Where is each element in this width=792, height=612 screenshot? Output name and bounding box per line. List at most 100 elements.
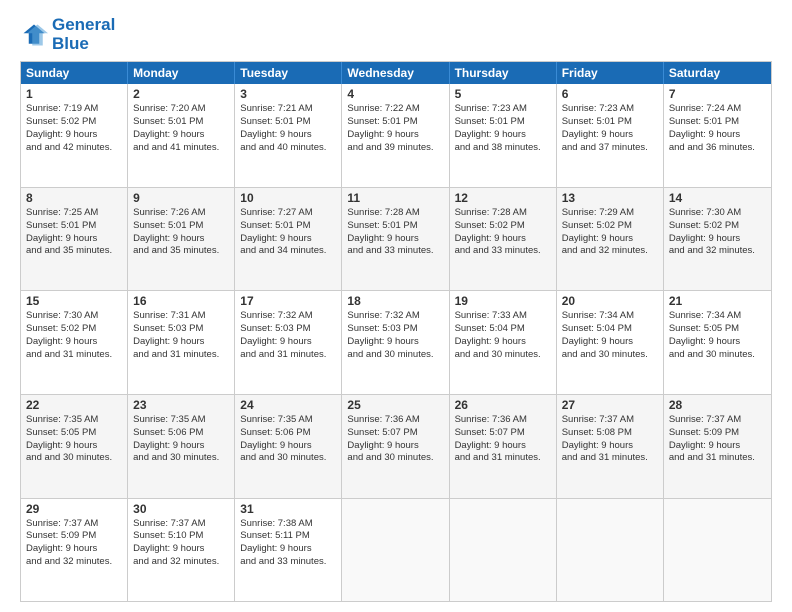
day-cell-7: 7Sunrise: 7:24 AMSunset: 5:01 PMDaylight… [664, 84, 771, 187]
day-number: 1 [26, 87, 122, 101]
logo-icon [20, 21, 48, 49]
day-number: 31 [240, 502, 336, 516]
day-cell-4: 4Sunrise: 7:22 AMSunset: 5:01 PMDaylight… [342, 84, 449, 187]
daylight-label: Daylight: 9 hours [347, 440, 443, 453]
calendar-grid: SundayMondayTuesdayWednesdayThursdayFrid… [20, 61, 772, 602]
daylight-value: and and 35 minutes. [26, 245, 122, 258]
day-cell-10: 10Sunrise: 7:27 AMSunset: 5:01 PMDayligh… [235, 188, 342, 291]
day-cell-20: 20Sunrise: 7:34 AMSunset: 5:04 PMDayligh… [557, 291, 664, 394]
page-header: General Blue [20, 16, 772, 53]
day-cell-13: 13 Sunrise: 7:29 AMSunset: 5:02 PMDayligh… [557, 188, 664, 291]
sunrise-line: Sunrise: 7:32 AM [240, 310, 336, 323]
day-number: 7 [669, 87, 766, 101]
logo: General Blue [20, 16, 115, 53]
daylight-label: Daylight: 9 hours [455, 440, 551, 453]
day-number: 9 [133, 191, 229, 205]
daylight-label: Daylight: 9 hours [669, 440, 766, 453]
sunrise-line: Sunrise: 7:20 AM [133, 103, 229, 116]
sunset-line: Sunset: 5:01 PM [133, 220, 229, 233]
sunrise-line: Sunrise: 7:28 AM [347, 207, 443, 220]
sunrise-line: Sunrise: 7:24 AM [669, 103, 766, 116]
daylight-label: Daylight: 9 hours [562, 440, 658, 453]
day-number: 13 [562, 191, 658, 205]
daylight-value: and and 30 minutes. [347, 349, 443, 362]
calendar-page: General Blue SundayMondayTuesdayWednesda… [0, 0, 792, 612]
sunset-line: Sunset: 5:07 PM [455, 427, 551, 440]
daylight-label: Daylight: 9 hours [26, 440, 122, 453]
sunset-line: Sunset: 5:01 PM [455, 116, 551, 129]
daylight-value: and and 41 minutes. [133, 142, 229, 155]
sunrise-line: Sunrise: 7:30 AM [26, 310, 122, 323]
sunrise-line: Sunrise: 7:36 AM [347, 414, 443, 427]
day-cell-12: 12Sunrise: 7:28 AMSunset: 5:02 PMDayligh… [450, 188, 557, 291]
day-cell-25: 25 Sunrise: 7:36 AMSunset: 5:07 PMDayligh… [342, 395, 449, 498]
sunrise-line: Sunrise: 7:22 AM [347, 103, 443, 116]
day-cell-14: 14Sunrise: 7:30 AMSunset: 5:02 PMDayligh… [664, 188, 771, 291]
day-cell-18: 18Sunrise: 7:32 AMSunset: 5:03 PMDayligh… [342, 291, 449, 394]
day-number: 21 [669, 294, 766, 308]
day-cell-31: 31Sunrise: 7:38 AMSunset: 5:11 PMDayligh… [235, 499, 342, 602]
day-number: 15 [26, 294, 122, 308]
sunrise-line: Sunrise: 7:35 AM [26, 414, 122, 427]
day-number: 27 [562, 398, 658, 412]
daylight-value: and and 32 minutes. [26, 556, 122, 569]
sunrise-line: Sunrise: 7:25 AM [26, 207, 122, 220]
day-number: 28 [669, 398, 766, 412]
daylight-label: Daylight: 9 hours [133, 129, 229, 142]
day-number: 24 [240, 398, 336, 412]
daylight-label: Daylight: 9 hours [562, 233, 658, 246]
daylight-value: and and 31 minutes. [455, 452, 551, 465]
day-cell-8: 8Sunrise: 7:25 AMSunset: 5:01 PMDaylight… [21, 188, 128, 291]
daylight-label: Daylight: 9 hours [347, 129, 443, 142]
calendar-week-3: 15Sunrise: 7:30 AMSunset: 5:02 PMDayligh… [21, 291, 771, 395]
day-cell-27: 27Sunrise: 7:37 AMSunset: 5:08 PMDayligh… [557, 395, 664, 498]
daylight-value: and and 39 minutes. [347, 142, 443, 155]
sunrise-line: Sunrise: 7:34 AM [669, 310, 766, 323]
day-number: 5 [455, 87, 551, 101]
sunrise-line: Sunrise: 7:19 AM [26, 103, 122, 116]
daylight-value: and and 30 minutes. [133, 452, 229, 465]
sunset-line: Sunset: 5:03 PM [347, 323, 443, 336]
sunset-line: Sunset: 5:03 PM [240, 323, 336, 336]
sunrise-line: Sunrise: 7:29 AM [562, 207, 658, 220]
day-number: 25 [347, 398, 443, 412]
daylight-value: and and 31 minutes. [240, 349, 336, 362]
day-cell-19: 19Sunrise: 7:33 AMSunset: 5:04 PMDayligh… [450, 291, 557, 394]
daylight-label: Daylight: 9 hours [455, 233, 551, 246]
day-number: 19 [455, 294, 551, 308]
calendar-week-1: 1 Sunrise: 7:19 AMSunset: 5:02 PM Daylight… [21, 84, 771, 188]
daylight-label: Daylight: 9 hours [240, 233, 336, 246]
sunset-line: Sunset: 5:05 PM [669, 323, 766, 336]
daylight-label: Daylight: 9 hours [562, 336, 658, 349]
calendar-week-5: 29Sunrise: 7:37 AMSunset: 5:09 PMDayligh… [21, 499, 771, 602]
empty-cell [342, 499, 449, 602]
day-number: 11 [347, 191, 443, 205]
daylight-value: and and 31 minutes. [133, 349, 229, 362]
daylight-label: Daylight: 9 hours [240, 440, 336, 453]
day-number: 26 [455, 398, 551, 412]
day-number: 16 [133, 294, 229, 308]
day-cell-23: 23Sunrise: 7:35 AMSunset: 5:06 PMDayligh… [128, 395, 235, 498]
day-number: 30 [133, 502, 229, 516]
weekday-header-tuesday: Tuesday [235, 62, 342, 84]
sunrise-line: Sunrise: 7:21 AM [240, 103, 336, 116]
day-cell-1: 1Sunrise: 7:19 AMSunset: 5:02 PMDaylight… [21, 84, 128, 187]
daylight-label: Daylight: 9 hours [26, 543, 122, 556]
sunset-line: Sunset: 5:07 PM [347, 427, 443, 440]
weekday-header-thursday: Thursday [450, 62, 557, 84]
calendar-week-4: 22Sunrise: 7:35 AMSunset: 5:05 PMDayligh… [21, 395, 771, 499]
daylight-label: Daylight: 9 hours [669, 233, 766, 246]
sunset-line: Sunset: 5:06 PM [133, 427, 229, 440]
daylight-value: and and 36 minutes. [669, 142, 766, 155]
sunrise-line: Sunrise: 7:35 AM [240, 414, 336, 427]
sunset-line: Sunset: 5:06 PM [240, 427, 336, 440]
day-cell-21: 21Sunrise: 7:34 AMSunset: 5:05 PMDayligh… [664, 291, 771, 394]
sunset-line: Sunset: 5:01 PM [240, 220, 336, 233]
daylight-value: and and 38 minutes. [455, 142, 551, 155]
sunset-line: Sunset: 5:02 PM [562, 220, 658, 233]
daylight-value: and and 37 minutes. [562, 142, 658, 155]
sunset-line: Sunset: 5:02 PM [26, 116, 122, 129]
daylight-label: Daylight: 9 hours [347, 336, 443, 349]
daylight-value: and and 30 minutes. [240, 452, 336, 465]
sunset-line: Sunset: 5:02 PM [455, 220, 551, 233]
